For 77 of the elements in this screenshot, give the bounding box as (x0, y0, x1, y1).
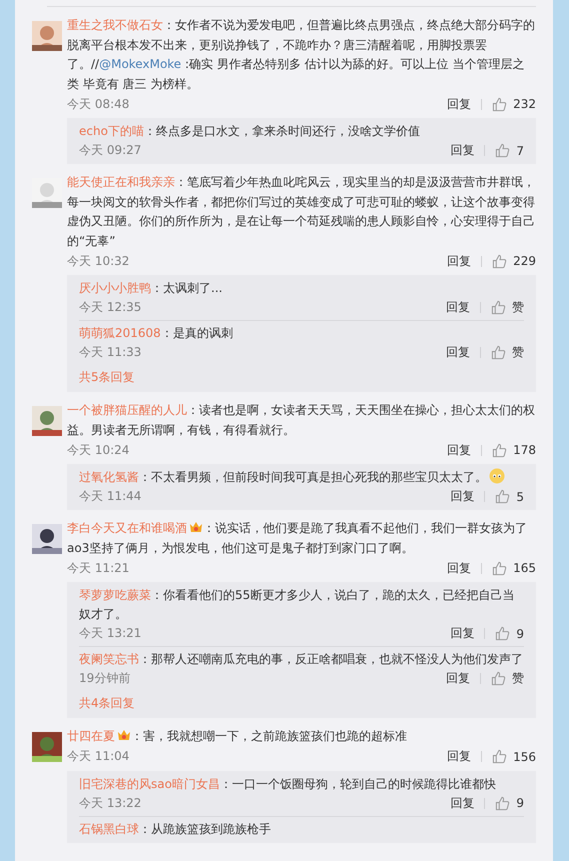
comment-text: 李白今天又在和谁喝酒 ：说实话，他们要是跪了我真看不起他们，我们一群女孩为了ao3坚持了俩月，为恨发电，他们这可是鬼子都打到家门口了啊。 (67, 520, 528, 556)
reply-link[interactable]: 回复 (447, 560, 472, 576)
timestamp: 今天 12:35 (79, 299, 142, 316)
reply-link[interactable]: 回复 (446, 299, 470, 316)
reply-link[interactable]: 回复 (447, 96, 472, 112)
reply-text: 厌小小小胜鸭：太讽刺了... (79, 280, 224, 297)
more-replies-link[interactable]: 共4条回复 (79, 691, 135, 717)
author-link[interactable]: 李白今天又在和谁喝酒 (67, 521, 187, 535)
like-count: 9 (516, 626, 524, 640)
thumbs-up-icon[interactable] (492, 560, 508, 576)
comment-text: 廿四在夏 ：害，我就想嘲一下，之前跪族篮孩们也跪的超标准 (67, 728, 408, 745)
reply-text: echo下的喵：终点多是口水文，拿来杀时间还行，没啥文学价值 (79, 123, 421, 140)
comment-text: 能天使正在和我亲亲：笔底写着少年热血叱咤风云，现实里当的却是汲汲营营市井群氓，每一块阅文的软骨头作者，都把你们写过的英雄变成了可悲可耻的蝼蚁，让这个故事变得虚伪又丑陋。你们的所作所为，是在让每一个苟延残喘的患人顾影自怜，心安理得于自己的“无辜” (67, 174, 536, 250)
more-replies-link[interactable]: 共5条回复 (79, 365, 135, 391)
reply-text: 夜阑笑忘书：那帮人还嘲南瓜充电的事，反正啥都唱衰，也就不怪没人为他们发声了 (79, 651, 524, 668)
reply-link[interactable]: 回复 (447, 748, 472, 765)
thumbs-up-icon[interactable] (492, 254, 508, 268)
author-link[interactable]: 琴萝萝吃蕨菜 (79, 588, 151, 602)
reply-link[interactable]: 回复 (450, 488, 474, 505)
thumbs-up-icon[interactable] (495, 143, 510, 158)
comment-text: 一个被胖猫压醒的人儿：读者也是啊，女读者天天骂，天天围坐在操心，担心太太们的权益。男读者无所谓啊，有钱，有得看就行。 (67, 402, 536, 438)
timestamp: 19分钟前 (79, 670, 130, 687)
thumbs-up-icon[interactable] (492, 442, 508, 458)
timestamp: 今天 11:33 (79, 344, 142, 361)
thumbs-up-icon[interactable] (495, 489, 510, 504)
like-count: 9 (516, 796, 524, 810)
thumbs-up-icon[interactable] (491, 300, 506, 315)
like-count: 7 (516, 144, 524, 158)
like-count: 178 (513, 443, 536, 457)
timestamp: 今天 08:48 (67, 96, 130, 112)
timestamp: 今天 09:27 (79, 142, 142, 159)
reply-link[interactable]: 回复 (446, 344, 470, 361)
timestamp: 今天 13:22 (79, 794, 142, 812)
author-link[interactable]: 廿四在夏 (67, 729, 115, 743)
like-count: 165 (513, 561, 536, 575)
thumbs-up-icon[interactable] (491, 671, 506, 686)
author-link[interactable]: echo下的喵 (79, 124, 144, 138)
reply-text: 旧宅深巷的风sao暗门女昌：一口一个饭圈母狗，轮到自己的时候跪得比谁都快 (79, 776, 497, 792)
like-count: 赞 (512, 670, 524, 687)
timestamp: 今天 11:44 (79, 488, 142, 505)
author-link[interactable]: 旧宅深巷的风sao暗门女昌 (79, 776, 220, 790)
author-link[interactable]: 一个被胖猫压醒的人儿 (67, 403, 187, 417)
author-link[interactable]: 能天使正在和我亲亲 (67, 175, 175, 189)
reply-link[interactable]: 回复 (447, 442, 472, 458)
timestamp: 今天 13:21 (79, 625, 142, 642)
timestamp: 今天 10:32 (67, 252, 130, 270)
author-link[interactable]: 石锅黑白球 (79, 822, 139, 836)
reply-text: 石锅黑白球：从跪族篮孩到跪族枪手 (79, 820, 272, 838)
like-count: 156 (513, 750, 536, 764)
thumbs-up-icon[interactable] (492, 96, 508, 112)
reply-text: 萌萌狐201608：是真的讽刺 (79, 325, 234, 342)
author-link[interactable]: 厌小小小胜鸭 (79, 281, 151, 295)
reply-link[interactable]: 回复 (450, 794, 474, 812)
like-count: 赞 (512, 299, 524, 316)
like-count: 赞 (512, 344, 524, 361)
timestamp: 今天 11:21 (67, 560, 130, 576)
author-link[interactable]: 萌萌狐201608 (79, 326, 161, 340)
reply-text: 琴萝萝吃蕨菜：你看看他们的55断更才多少人，说白了，跪的太久，已经把自己当奴才了。 (79, 587, 516, 623)
like-count: 232 (513, 97, 536, 111)
timestamp: 今天 10:24 (67, 442, 130, 458)
thumbs-up-icon[interactable] (492, 749, 508, 764)
reply-text: 过氧化氢酱：不太看男频，但前段时间我可真是担心死我的那些宝贝太太了。 (79, 468, 524, 487)
reply-link[interactable]: 回复 (447, 252, 472, 270)
thumbs-up-icon[interactable] (495, 796, 510, 810)
reply-link[interactable]: 回复 (446, 670, 470, 687)
author-link[interactable]: 夜阑笑忘书 (79, 652, 139, 666)
like-count: 5 (516, 490, 524, 504)
mention-link[interactable]: @MokexMoke (99, 57, 182, 71)
reply-link[interactable]: 回复 (450, 625, 474, 642)
reply-link[interactable]: 回复 (450, 142, 474, 159)
comment-text: 重生之我不做石女：女作者不说为爱发电吧，但普遍比终点男强点，终点绝大部分码字的脱离平台根本发不出来，更别说挣钱了，不跪咋办？唐三清醒着呢，用脚投票罢了。//@MokexMoke :确实 男作者怂特别多 估计以为舔的好。可以上位 当个管理层之类 毕竟有 唐三 为榜样。 (67, 17, 536, 92)
thumbs-up-icon[interactable] (491, 345, 506, 360)
thumbs-up-icon[interactable] (495, 626, 510, 641)
author-link[interactable]: 重生之我不做石女 (67, 18, 163, 32)
like-count: 229 (513, 254, 536, 268)
timestamp: 今天 11:04 (67, 748, 130, 765)
author-link[interactable]: 过氧化氢酱 (79, 470, 139, 484)
